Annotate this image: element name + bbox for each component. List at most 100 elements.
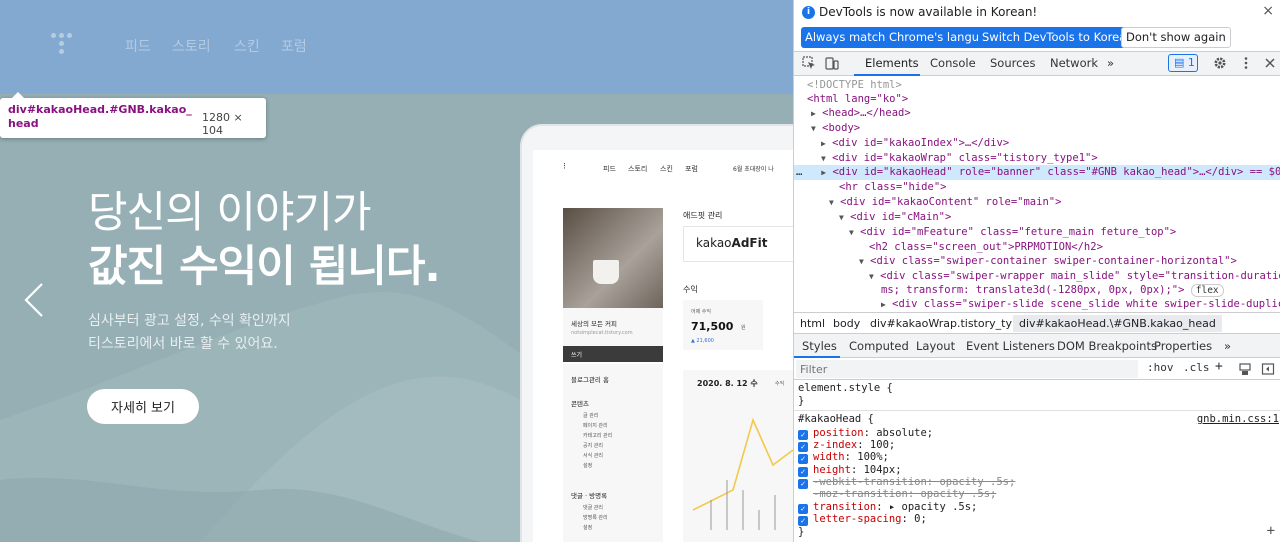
tablet-screen: ⁝ 피드 스토리 스킨 포럼 6월 초대장이 나 세상의 모든 커피 notsi… <box>533 150 793 542</box>
inspect-element-icon[interactable] <box>802 56 816 70</box>
tooltip-selector: div#kakaoHead.#GNB.kakao_head <box>8 103 192 130</box>
yesterday-revenue-box: 어제 수익 71,500 원 ▲ 21,600 <box>683 300 763 350</box>
more-tabs-chevron-icon[interactable]: » <box>1107 56 1114 70</box>
breadcrumb-kakaohead[interactable]: div#kakaoHead.\#GNB.kakao_head <box>1013 315 1222 332</box>
dom-node[interactable]: ▶ <div id="kakaoIndex">…</div> <box>794 136 1280 151</box>
css-property[interactable]: ✓ width: 100%; <box>798 451 889 464</box>
infobar-message: DevTools is now available in Korean! <box>819 5 1038 19</box>
close-devtools-icon[interactable] <box>1263 56 1277 70</box>
dom-node[interactable]: <hr class="hide"> <box>794 180 1280 195</box>
tab-network[interactable]: Network <box>1050 56 1098 70</box>
tab-properties[interactable]: Properties <box>1154 339 1212 353</box>
dom-node[interactable]: ▼ <div id="kakaoWrap" class="tistory_typ… <box>794 151 1280 166</box>
yesterday-delta: ▲ 21,600 <box>691 338 714 344</box>
collapse-triangle-icon[interactable]: ▼ <box>849 228 854 237</box>
checkbox-icon[interactable]: ✓ <box>798 454 808 464</box>
comment-item: 설정 <box>583 525 593 531</box>
issues-badge[interactable]: ▤ 1 <box>1168 54 1198 72</box>
rule-close-brace: } <box>798 395 805 407</box>
breadcrumb-html[interactable]: html <box>800 317 825 330</box>
collapse-triangle-icon[interactable]: ▼ <box>811 124 816 133</box>
collapse-triangle-icon[interactable]: ▼ <box>829 198 834 207</box>
styles-filter-input[interactable] <box>796 360 1138 378</box>
nav-forum[interactable]: 포럼 <box>281 36 307 56</box>
add-property-plus-icon[interactable]: + <box>1267 524 1275 538</box>
collapse-triangle-icon[interactable]: ▼ <box>839 213 844 222</box>
dom-node: ms; transform: translate3d(-1280px, 0px,… <box>794 283 1280 298</box>
always-match-language-button[interactable]: Always match Chrome's language <box>801 27 1005 48</box>
menu-content: 콘텐츠 <box>571 400 589 408</box>
nav-skin[interactable]: 스킨 <box>234 36 260 56</box>
class-toggle[interactable]: .cls <box>1183 361 1210 374</box>
dom-node[interactable]: <html lang="ko"> <box>794 92 1280 107</box>
yesterday-value: 71,500 <box>691 320 734 333</box>
tistory-logo-icon[interactable] <box>51 33 75 57</box>
breadcrumb-kakaowrap[interactable]: div#kakaoWrap.tistory_type1 <box>870 317 1033 330</box>
dom-node[interactable]: ▼ <div class="swiper-wrapper main_slide"… <box>794 269 1280 284</box>
dom-node[interactable]: ▼ <div id="cMain"> <box>794 210 1280 225</box>
stylesheet-source-link[interactable]: gnb.min.css:1 <box>1197 413 1279 425</box>
see-more-button[interactable]: 자세히 보기 <box>87 389 199 424</box>
dom-node[interactable]: ▼ <div id="kakaoContent" role="main"> <box>794 195 1280 210</box>
collapse-triangle-icon[interactable]: ▼ <box>821 154 826 163</box>
flex-badge[interactable]: flex <box>1190 284 1224 297</box>
element-style-selector[interactable]: element.style { <box>798 382 893 394</box>
tab-layout[interactable]: Layout <box>916 339 955 353</box>
tab-dom-breakpoints[interactable]: DOM Breakpoints <box>1057 339 1157 353</box>
sidebar-toggle-icon[interactable] <box>1261 362 1275 376</box>
mockup-nav-skin: 스킨 <box>660 165 673 173</box>
css-property-invalid[interactable]: -moz-transition: opacity .5s; <box>813 488 996 501</box>
expand-triangle-icon[interactable]: ▶ <box>881 300 886 309</box>
rule-separator <box>794 410 1280 411</box>
tab-sources[interactable]: Sources <box>990 56 1036 70</box>
expand-triangle-icon[interactable]: ▶ <box>811 109 816 118</box>
css-property[interactable]: ✓ letter-spacing: 0; <box>798 513 927 526</box>
mockup-nav-feed: 피드 <box>603 165 616 173</box>
switch-to-korean-button[interactable]: Switch DevTools to Korean <box>978 27 1138 48</box>
hero-subtitle-line2: 티스토리에서 바로 할 수 있어요. <box>88 336 278 352</box>
blog-name: 세상의 모든 커피 <box>571 320 617 328</box>
global-nav-bar: 피드 스토리 스킨 포럼 <box>0 0 793 94</box>
dont-show-again-button[interactable]: Don't show again <box>1121 27 1231 48</box>
tab-elements[interactable]: Elements <box>865 56 919 70</box>
dom-node[interactable]: ▼ <body> <box>794 121 1280 136</box>
collapse-triangle-icon[interactable]: ▼ <box>869 272 874 281</box>
checkbox-icon[interactable]: ✓ <box>798 479 808 489</box>
dom-node[interactable]: <h2 class="screen_out">PRPMOTION</h2> <box>794 240 1280 255</box>
kakaohead-rule-selector[interactable]: #kakaoHead { <box>798 413 874 425</box>
dom-node[interactable]: ▶ <div class="swiper-slide scene_slide w… <box>794 297 1280 312</box>
expand-triangle-icon[interactable]: ▶ <box>821 168 826 177</box>
new-rule-plus-icon[interactable]: + <box>1215 359 1223 374</box>
tab-computed[interactable]: Computed <box>849 339 909 353</box>
expand-triangle-icon[interactable]: ▶ <box>821 139 826 148</box>
collapse-triangle-icon[interactable]: ▼ <box>859 257 864 266</box>
hover-state-toggle[interactable]: :hov <box>1147 361 1174 374</box>
dom-node[interactable]: ▼ <div id="mFeature" class="feture_main … <box>794 225 1280 240</box>
adfit-logo: kakaoAdFit <box>683 226 793 262</box>
tab-styles[interactable]: Styles <box>802 339 837 353</box>
gear-icon[interactable] <box>1213 56 1227 70</box>
styles-filter-row: :hov .cls + <box>794 358 1280 380</box>
dom-node[interactable]: <!DOCTYPE html> <box>794 78 1280 93</box>
info-icon: i <box>802 6 815 19</box>
checkbox-icon[interactable]: ✓ <box>798 516 808 526</box>
hero-subtitle-line1: 심사부터 광고 설정, 수익 확인까지 <box>88 313 291 329</box>
prev-slide-arrow-icon[interactable] <box>22 280 48 320</box>
tab-console[interactable]: Console <box>930 56 976 70</box>
dom-node-selected[interactable]: … ▶ <div id="kakaoHead" role="banner" cl… <box>794 165 1280 180</box>
inspector-tooltip: div#kakaoHead.#GNB.kakao_head 1280 × 104 <box>0 92 266 138</box>
nav-story[interactable]: 스토리 <box>172 36 211 56</box>
device-toolbar-icon[interactable] <box>825 56 839 70</box>
nav-feed[interactable]: 피드 <box>125 36 151 56</box>
kebab-menu-icon[interactable] <box>1239 56 1253 70</box>
mockup-nav-story: 스토리 <box>628 165 648 173</box>
tab-event-listeners[interactable]: Event Listeners <box>966 339 1055 353</box>
revenue-title: 수익 <box>683 285 698 294</box>
close-icon[interactable]: × <box>1262 3 1274 19</box>
computed-styles-toggle-icon[interactable] <box>1238 362 1252 376</box>
more-subtabs-chevron-icon[interactable]: » <box>1224 339 1231 353</box>
content-item: 설정 <box>583 463 593 469</box>
breadcrumb-body[interactable]: body <box>833 317 860 330</box>
dom-node[interactable]: ▶ <head>…</head> <box>794 106 1280 121</box>
dom-node[interactable]: ▼ <div class="swiper-container swiper-co… <box>794 254 1280 269</box>
